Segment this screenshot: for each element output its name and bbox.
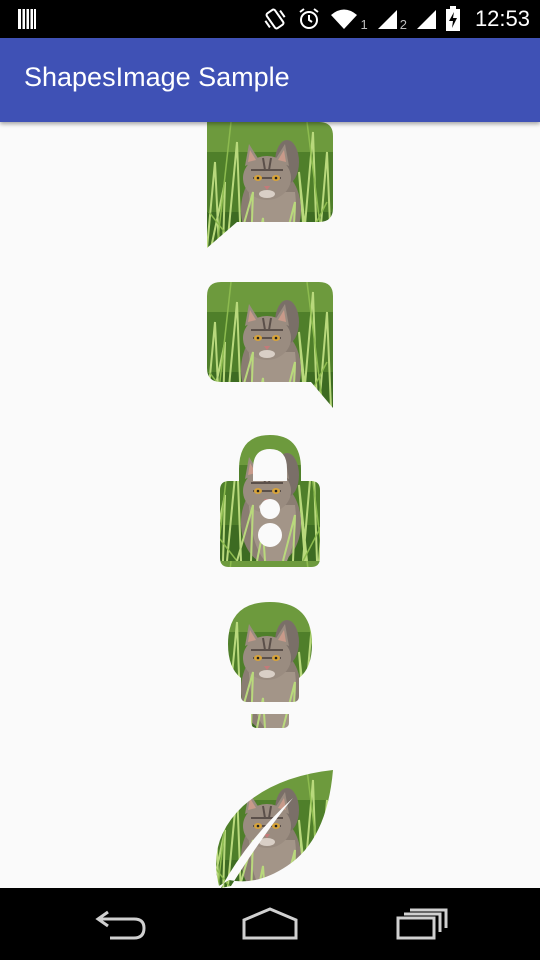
- shape-lock: [207, 435, 333, 567]
- recent-apps-button[interactable]: [394, 906, 450, 946]
- sim1-label: 1: [360, 16, 368, 32]
- home-icon: [242, 907, 298, 940]
- app-bar: ShapesImage Sample: [0, 38, 540, 122]
- signal-sim1-icon: [376, 8, 398, 30]
- shape-light-bulb: [207, 602, 333, 728]
- alarm-icon: [296, 6, 322, 32]
- sim2-label: 2: [399, 16, 407, 32]
- battery-charging-icon: [445, 6, 461, 32]
- shape-bubble-right: [207, 282, 333, 408]
- navigation-bar: [0, 888, 540, 960]
- status-bar: 1 2 12:53: [0, 0, 540, 38]
- clock: 12:53: [474, 6, 530, 31]
- recent-apps-icon: [396, 908, 448, 940]
- vibrate-icon: [262, 6, 288, 32]
- home-button[interactable]: [242, 906, 298, 946]
- back-button[interactable]: [92, 906, 148, 946]
- barcode-icon: [18, 9, 36, 33]
- screen: 1 2 12:53 ShapesImage Sample: [0, 0, 540, 960]
- shapes-list: [0, 122, 540, 888]
- shape-bubble-left: [207, 122, 333, 248]
- wifi-icon: [330, 7, 358, 31]
- shape-leaf: [207, 770, 333, 888]
- back-icon: [95, 910, 146, 940]
- app-title: ShapesImage Sample: [24, 62, 290, 92]
- signal-sim2-icon: [415, 8, 437, 30]
